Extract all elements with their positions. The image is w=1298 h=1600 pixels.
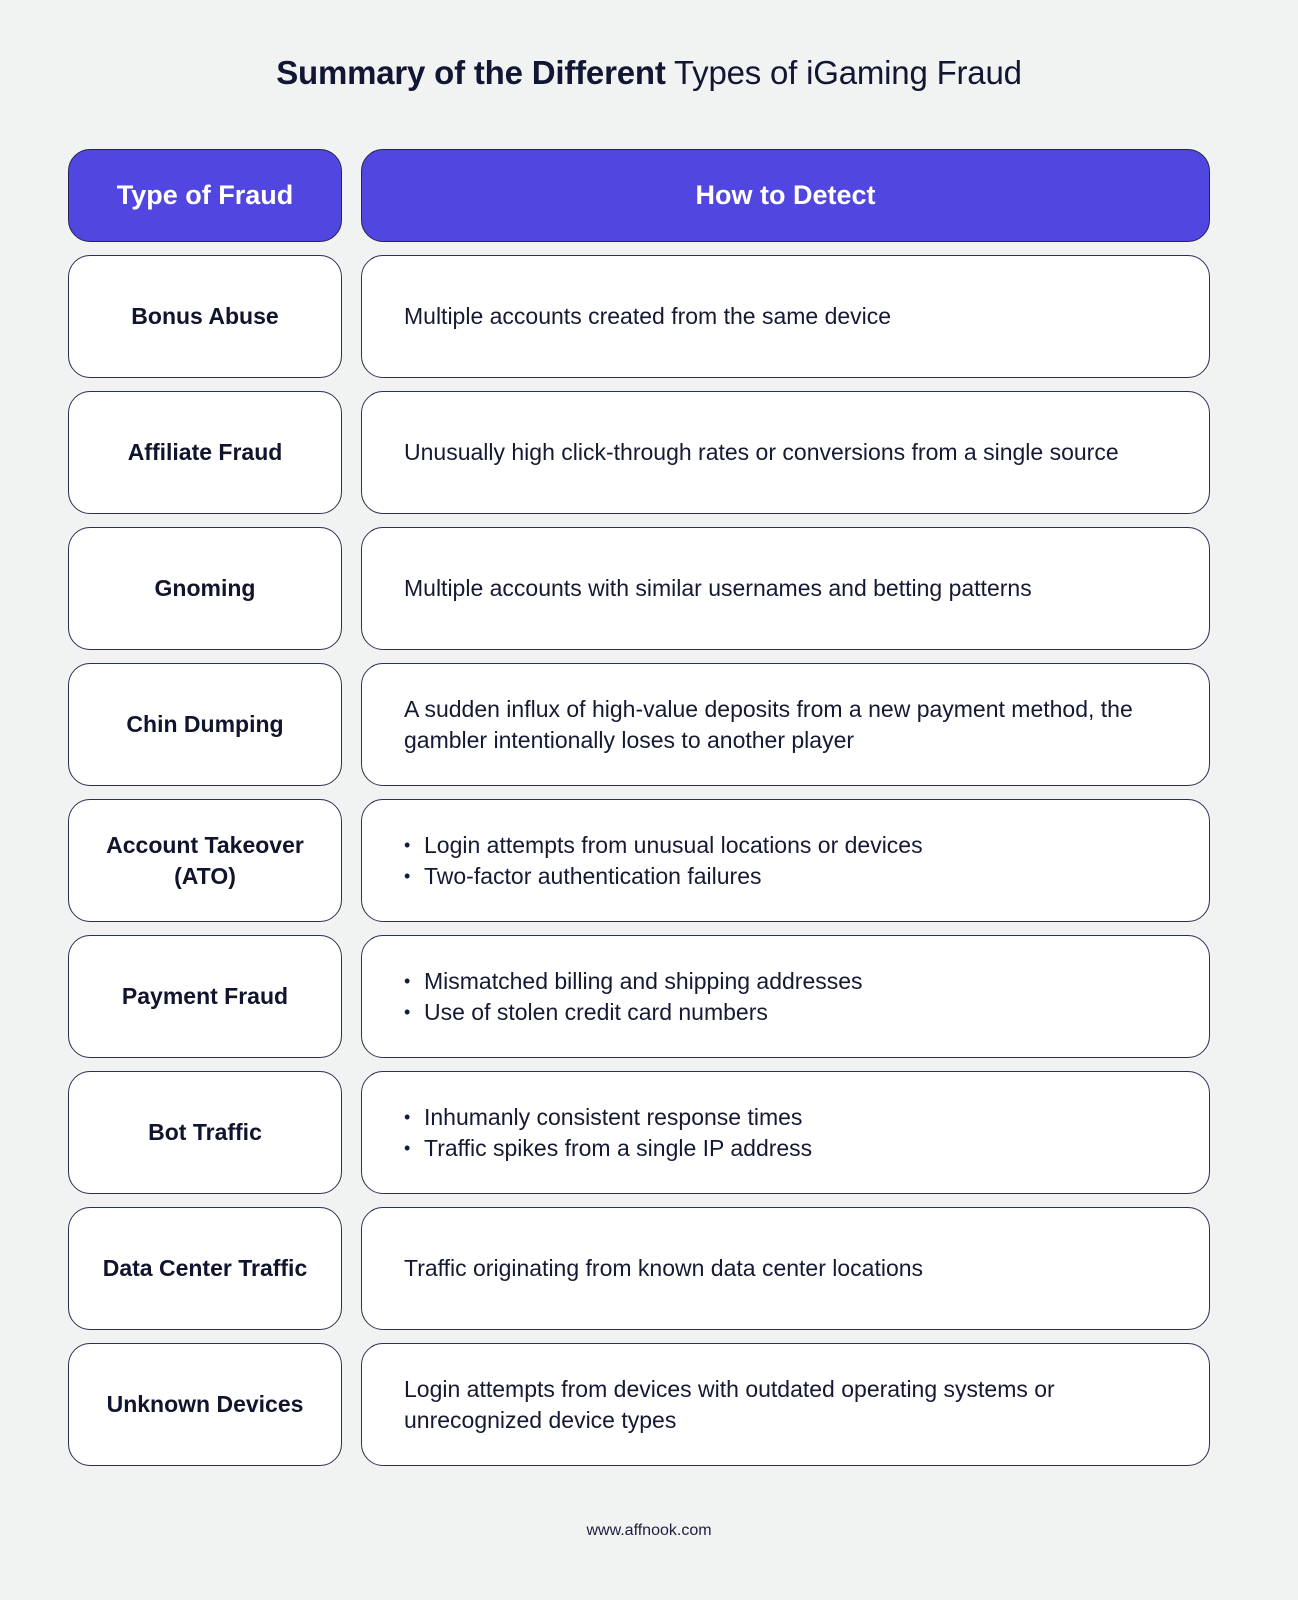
- header-type-of-fraud: Type of Fraud: [68, 149, 342, 242]
- detection-list: Inhumanly consistent response timesTraff…: [404, 1102, 812, 1164]
- footer-url: www.affnook.com: [586, 1522, 712, 1539]
- detection-list-item: Two-factor authentication failures: [404, 861, 923, 892]
- table-row: Payment Fraud Mismatched billing and ship…: [68, 935, 1210, 1058]
- detection-list-item: Traffic spikes from a single IP address: [404, 1133, 812, 1164]
- table-row: Chin Dumping A sudden influx of high-valu…: [68, 663, 1210, 786]
- table-row: Unknown Devices Login attempts from devic…: [68, 1343, 1210, 1466]
- fraud-type-cell: Affiliate Fraud: [68, 391, 342, 514]
- detection-cell: Multiple accounts created from the same …: [361, 255, 1210, 378]
- detection-cell: Traffic originating from known data cent…: [361, 1207, 1210, 1330]
- detection-cell: A sudden influx of high-value deposits f…: [361, 663, 1210, 786]
- detection-list: Login attempts from unusual locations or…: [404, 830, 923, 892]
- title-bold: Summary of the Different: [276, 54, 666, 91]
- table-header-row: Type of Fraud How to Detect: [68, 149, 1210, 242]
- table-row: Account Takeover (ATO) Login attempts fro…: [68, 799, 1210, 922]
- header-how-to-detect: How to Detect: [361, 149, 1210, 242]
- detection-list-item: Mismatched billing and shipping addresse…: [404, 966, 863, 997]
- detection-text: Unusually high click-through rates or co…: [404, 439, 1119, 465]
- detection-cell: Mismatched billing and shipping addresse…: [361, 935, 1210, 1058]
- table-row: Bonus Abuse Multiple accounts created fro…: [68, 255, 1210, 378]
- table-row: Affiliate Fraud Unusually high click-thro…: [68, 391, 1210, 514]
- table-row: Data Center Traffic Traffic originating f…: [68, 1207, 1210, 1330]
- fraud-type-cell: Unknown Devices: [68, 1343, 342, 1466]
- detection-text: Traffic originating from known data cent…: [404, 1255, 924, 1281]
- fraud-type-cell: Payment Fraud: [68, 935, 342, 1058]
- fraud-type-cell: Chin Dumping: [68, 663, 342, 786]
- detection-cell: Unusually high click-through rates or co…: [361, 391, 1210, 514]
- fraud-type-cell: Bot Traffic: [68, 1071, 342, 1194]
- detection-text: Multiple accounts created from the same …: [404, 303, 892, 329]
- detection-cell: Multiple accounts with similar usernames…: [361, 527, 1210, 650]
- detection-list-item: Inhumanly consistent response times: [404, 1102, 812, 1133]
- table-body: Bonus Abuse Multiple accounts created fro…: [68, 255, 1210, 1466]
- detection-cell: Inhumanly consistent response timesTraff…: [361, 1071, 1210, 1194]
- detection-text: Login attempts from devices with outdate…: [404, 1375, 1055, 1433]
- page-title: Summary of the Different Types of iGamin…: [0, 54, 1298, 92]
- table-row: Gnoming Multiple accounts with similar us…: [68, 527, 1210, 650]
- fraud-type-cell: Bonus Abuse: [68, 255, 342, 378]
- detection-text: Multiple accounts with similar usernames…: [404, 575, 1032, 601]
- title-light: Types of iGaming Fraud: [674, 54, 1022, 91]
- fraud-type-cell: Data Center Traffic: [68, 1207, 342, 1330]
- fraud-table: Type of Fraud How to Detect Bonus Abuse M…: [68, 149, 1210, 1479]
- fraud-type-cell: Gnoming: [68, 527, 342, 650]
- detection-cell: Login attempts from unusual locations or…: [361, 799, 1210, 922]
- detection-text: A sudden influx of high-value deposits f…: [404, 695, 1133, 753]
- fraud-type-cell: Account Takeover (ATO): [68, 799, 342, 922]
- detection-list-item: Login attempts from unusual locations or…: [404, 830, 923, 861]
- detection-list: Mismatched billing and shipping addresse…: [404, 966, 863, 1028]
- table-row: Bot Traffic Inhumanly consistent response…: [68, 1071, 1210, 1194]
- detection-list-item: Use of stolen credit card numbers: [404, 997, 863, 1028]
- detection-cell: Login attempts from devices with outdate…: [361, 1343, 1210, 1466]
